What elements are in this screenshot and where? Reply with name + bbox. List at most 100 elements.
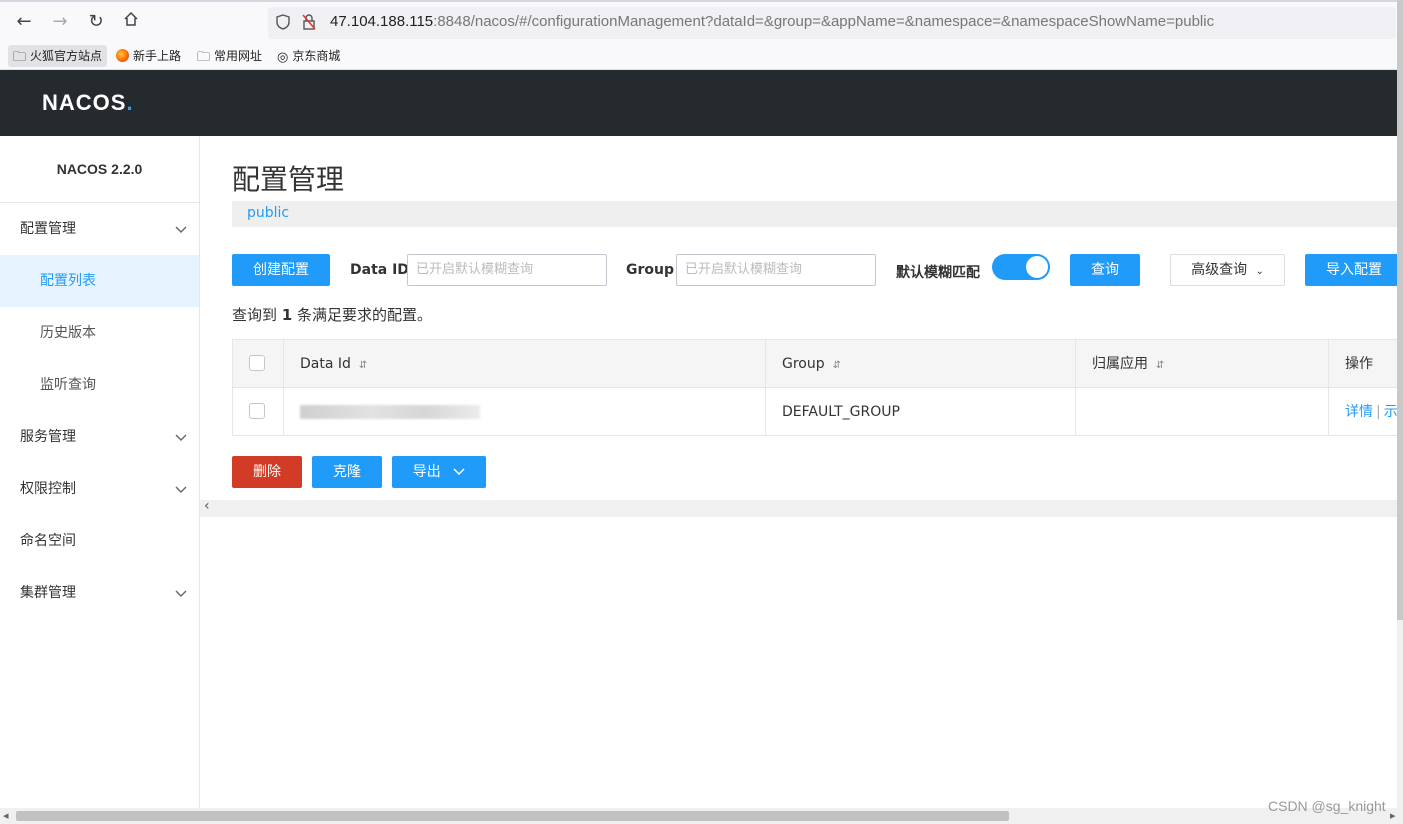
config-table: Data Id ⇵ Group ⇵ 归属应用 ⇵ 操作 DEFAULT_GROUP 详… (232, 339, 1397, 436)
chevron-down-icon (175, 567, 187, 619)
select-all-cell (233, 340, 284, 388)
firefox-icon (116, 49, 129, 62)
namespace-bar: public (232, 201, 1397, 227)
advanced-query-label: 高级查询 (1191, 262, 1248, 278)
sidebar-item-label: 配置列表 (40, 273, 96, 289)
watermark: CSDN @sg_knight (1268, 798, 1386, 814)
export-label: 导出 (412, 464, 441, 480)
export-button[interactable]: 导出 (392, 456, 486, 488)
table-horizontal-scrollbar[interactable]: ‹ (200, 498, 1397, 517)
sidebar-item-label: 服务管理 (20, 429, 76, 445)
clone-button[interactable]: 克隆 (312, 456, 382, 488)
data-id-input[interactable]: 已开启默认模糊查询 (407, 254, 607, 286)
table-row: DEFAULT_GROUP 详情 | 示 (233, 388, 1397, 436)
sidebar-item-listener-query[interactable]: 监听查询 (0, 359, 199, 411)
details-link[interactable]: 详情 (1345, 404, 1373, 420)
row-select-cell (233, 388, 284, 436)
sample-code-link[interactable]: 示 (1384, 404, 1397, 420)
column-header-label: Group (782, 356, 825, 372)
cell-app (1076, 388, 1329, 436)
scroll-right-icon[interactable]: ▸ (1390, 808, 1396, 824)
sidebar-item-label: 监听查询 (40, 377, 96, 393)
horizontal-scrollbar[interactable]: ◂ ▸ (0, 808, 1403, 824)
toggle-knob (1026, 256, 1048, 278)
bookmark-jd[interactable]: ◎ 京东商城 (272, 45, 345, 67)
namespace-link-public[interactable]: public (247, 205, 289, 221)
column-header-app[interactable]: 归属应用 ⇵ (1076, 340, 1329, 388)
sidebar-item-config-list[interactable]: 配置列表 (0, 255, 199, 307)
bookmarks-bar: 🗀 火狐官方站点 新手上路 🗀 常用网址 ◎ 京东商城 (0, 42, 1403, 70)
column-header-label: 归属应用 (1092, 356, 1148, 372)
column-header-data-id[interactable]: Data Id ⇵ (284, 340, 766, 388)
folder-icon: 🗀 (197, 50, 211, 65)
scroll-left-icon[interactable]: ‹ (204, 498, 210, 514)
import-config-button[interactable]: 导入配置 (1305, 254, 1397, 286)
scrollbar-thumb[interactable] (1397, 0, 1403, 620)
page-title: 配置管理 (232, 163, 345, 196)
sidebar-item-label: 命名空间 (20, 533, 76, 549)
chevron-down-icon (175, 411, 187, 463)
back-icon[interactable]: ← (10, 10, 38, 36)
create-config-button[interactable]: 创建配置 (232, 254, 330, 286)
result-prefix: 查询到 (232, 306, 278, 324)
globe-icon: ◎ (277, 50, 289, 65)
column-header-group[interactable]: Group ⇵ (766, 340, 1076, 388)
sidebar-item-cluster-management[interactable]: 集群管理 (0, 567, 199, 619)
column-header-label: Data Id (300, 356, 351, 372)
sidebar-item-history[interactable]: 历史版本 (0, 307, 199, 359)
home-icon[interactable] (117, 10, 145, 36)
group-label: Group (626, 262, 675, 278)
chevron-down-icon (453, 464, 465, 480)
chevron-down-icon (175, 203, 187, 255)
vertical-scrollbar[interactable] (1397, 0, 1403, 808)
chevron-down-icon: ⌄ (1255, 266, 1264, 277)
advanced-query-button[interactable]: 高级查询 ⌄ (1170, 254, 1285, 286)
reload-icon[interactable]: ↻ (82, 10, 110, 36)
shield-icon (276, 14, 290, 34)
scrollbar-thumb[interactable] (16, 811, 1009, 821)
sidebar: NACOS 2.2.0 配置管理 配置列表 历史版本 监听查询 服务管理 权限控… (0, 136, 200, 808)
sidebar-item-label: 权限控制 (20, 481, 76, 497)
bookmark-getting-started[interactable]: 新手上路 (111, 45, 186, 67)
table-header: Data Id ⇵ Group ⇵ 归属应用 ⇵ 操作 (233, 340, 1397, 388)
row-checkbox[interactable] (249, 403, 265, 419)
sidebar-item-config-management[interactable]: 配置管理 (0, 203, 199, 255)
group-input[interactable]: 已开启默认模糊查询 (676, 254, 876, 286)
sidebar-item-label: 集群管理 (20, 585, 76, 601)
sidebar-item-namespace[interactable]: 命名空间 (0, 515, 199, 567)
data-id-label: Data ID (350, 262, 409, 278)
insecure-lock-icon (302, 14, 316, 34)
delete-button[interactable]: 删除 (232, 456, 302, 488)
column-header-actions: 操作 (1345, 356, 1373, 372)
version-label: NACOS 2.2.0 (0, 136, 199, 203)
fuzzy-match-label: 默认模糊匹配 (896, 265, 980, 281)
cell-actions: 详情 | 示 (1329, 388, 1397, 436)
redacted-data-id (300, 405, 480, 419)
sidebar-item-access-control[interactable]: 权限控制 (0, 463, 199, 515)
result-summary: 查询到 1 条满足要求的配置。 (232, 304, 432, 325)
query-button[interactable]: 查询 (1070, 254, 1140, 286)
sort-icon[interactable]: ⇵ (833, 360, 841, 371)
nacos-logo[interactable]: NACOS. (42, 90, 134, 116)
bookmark-common-sites[interactable]: 🗀 常用网址 (192, 45, 267, 67)
forward-icon[interactable]: → (46, 10, 74, 36)
main-content: 配置管理 public 创建配置 Data ID 已开启默认模糊查询 Group… (200, 136, 1397, 808)
cell-data-id (284, 388, 766, 436)
folder-icon: 🗀 (13, 50, 27, 65)
result-suffix: 条满足要求的配置。 (297, 306, 433, 324)
address-bar[interactable]: 47.104.188.115:8848/nacos/#/configuratio… (268, 7, 1396, 39)
sort-icon[interactable]: ⇵ (359, 360, 367, 371)
fuzzy-match-toggle[interactable] (992, 254, 1050, 280)
sort-icon[interactable]: ⇵ (1156, 360, 1164, 371)
scroll-left-icon[interactable]: ◂ (3, 808, 9, 824)
cell-group: DEFAULT_GROUP (766, 388, 1076, 436)
sidebar-item-service-management[interactable]: 服务管理 (0, 411, 199, 463)
chevron-down-icon (175, 463, 187, 515)
sidebar-item-label: 配置管理 (20, 221, 76, 237)
app-header: NACOS. (0, 70, 1397, 136)
separator: | (1376, 404, 1381, 420)
bookmark-firefox-site[interactable]: 🗀 火狐官方站点 (8, 45, 108, 67)
browser-toolbar: ← → ↻ 47.104.188.115:8848/nacos/#/config… (0, 0, 1403, 42)
select-all-checkbox[interactable] (249, 355, 265, 371)
result-count: 1 (281, 306, 293, 324)
